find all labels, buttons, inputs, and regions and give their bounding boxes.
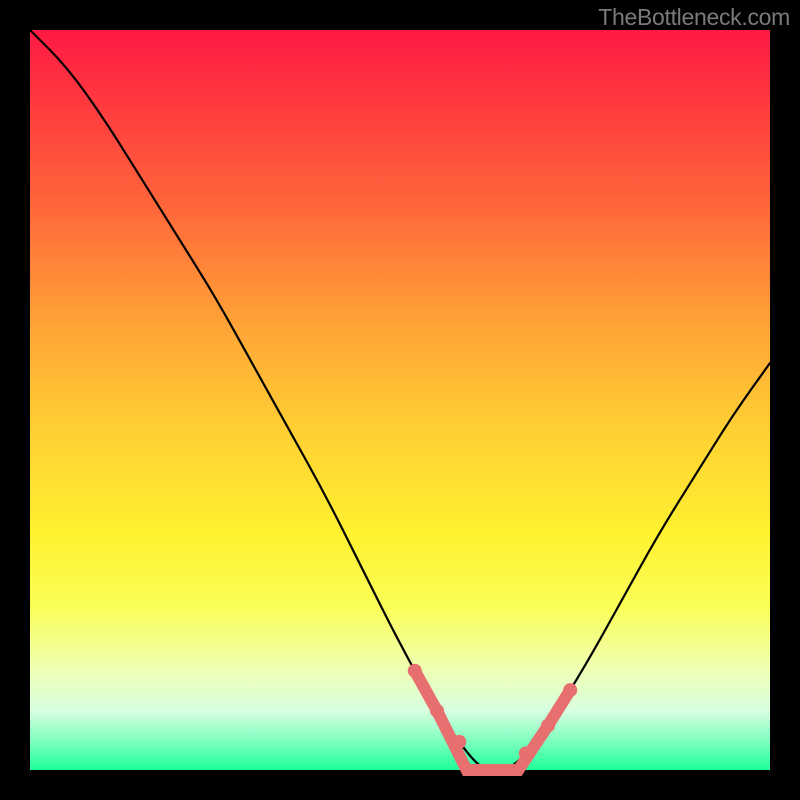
chart-frame: TheBottleneck.com [0, 0, 800, 800]
dot [408, 664, 422, 678]
dot [519, 746, 533, 760]
curve-layer [30, 30, 770, 770]
dot [452, 735, 466, 749]
plot-area [30, 30, 770, 770]
watermark-text: TheBottleneck.com [598, 4, 790, 31]
primary-curve [30, 30, 770, 770]
dot [563, 683, 577, 697]
dot [541, 719, 555, 733]
dot [430, 704, 444, 718]
